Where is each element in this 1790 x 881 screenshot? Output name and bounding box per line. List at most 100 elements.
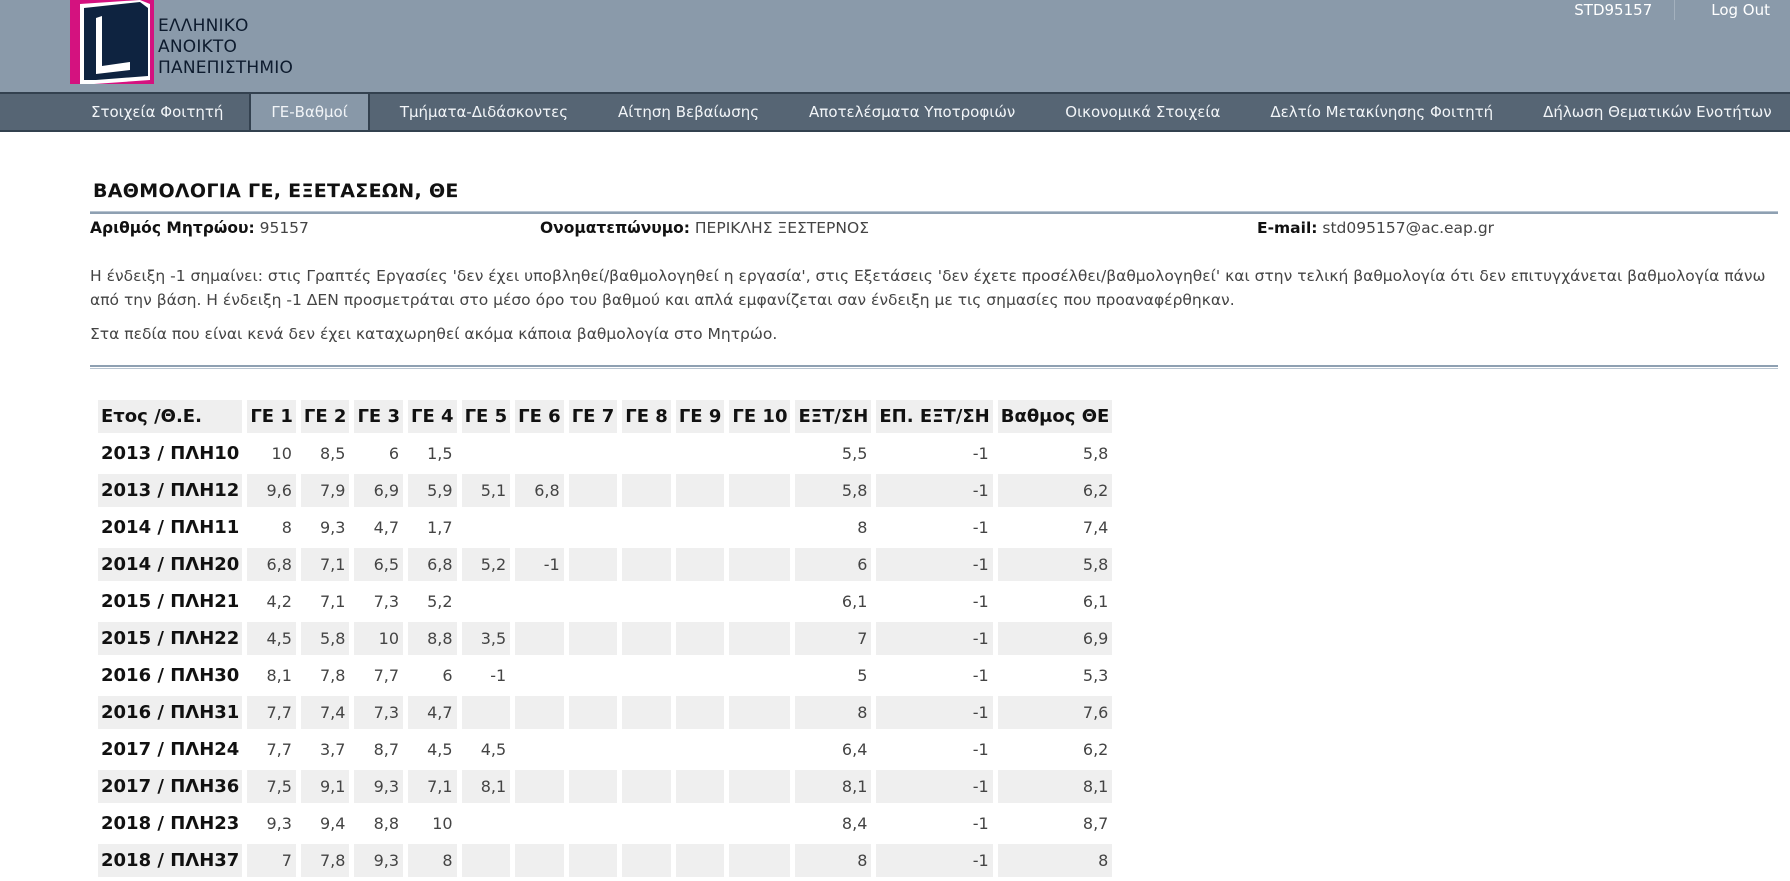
grade-cell (622, 733, 671, 766)
grade-cell (622, 659, 671, 692)
grade-cell (461, 807, 511, 840)
grade-cell: 5,9 (408, 474, 457, 507)
grade-cell: 5,8 (997, 548, 1113, 581)
grade-cell (622, 585, 671, 618)
grade-cell (515, 585, 564, 618)
grade-cell: 8,5 (300, 437, 350, 470)
grade-cell: 6,4 (795, 733, 872, 766)
table-row: 2018 / ΠΛΗ37 7 7,8 9,3 8 8 -1 8 (98, 844, 1113, 877)
grade-cell (568, 844, 618, 877)
grade-cell: -1 (876, 511, 993, 544)
nav-travel-card[interactable]: Δελτίο Μετακίνησης Φοιτητή (1250, 94, 1513, 130)
grade-cell (568, 585, 618, 618)
grade-cell (675, 770, 725, 803)
grade-cell: -1 (876, 770, 993, 803)
grade-cell: -1 (876, 437, 993, 470)
nav-student-info[interactable]: Στοιχεία Φοιτητή (71, 94, 243, 130)
grade-cell: 6,2 (997, 474, 1113, 507)
grade-cell: 8,8 (408, 622, 457, 655)
row-label: 2018 / ΠΛΗ37 (98, 844, 243, 877)
registration-value: 95157 (259, 219, 309, 237)
grade-cell (622, 511, 671, 544)
column-header: ΓΕ 3 (354, 400, 404, 433)
grade-cell (515, 659, 564, 692)
email-value: std095157@ac.eap.gr (1322, 219, 1495, 237)
grade-cell (568, 622, 618, 655)
grade-cell (729, 474, 791, 507)
grade-cell: 5,2 (461, 548, 511, 581)
grade-cell: 4,2 (247, 585, 296, 618)
grade-cell: 7,7 (247, 733, 296, 766)
row-label: 2016 / ΠΛΗ30 (98, 659, 243, 692)
grade-cell: 5,1 (461, 474, 511, 507)
grade-cell: 8,1 (461, 770, 511, 803)
grade-cell: -1 (876, 548, 993, 581)
grade-cell: 8 (795, 696, 872, 729)
grade-cell: 8,1 (997, 770, 1113, 803)
grade-cell: 7,8 (300, 659, 350, 692)
column-header: ΓΕ 2 (300, 400, 350, 433)
table-row: 2016 / ΠΛΗ31 7,7 7,4 7,3 4,7 8 -1 7,6 (98, 696, 1113, 729)
nav-module-declaration[interactable]: Δήλωση Θεματικών Ενοτήτων (1523, 94, 1790, 130)
grade-cell: 7,6 (997, 696, 1113, 729)
grade-cell: 6,9 (354, 474, 404, 507)
grade-cell: 9,3 (300, 511, 350, 544)
grade-cell (675, 585, 725, 618)
grade-cell (515, 437, 564, 470)
divider (90, 211, 1778, 214)
grade-cell (729, 437, 791, 470)
grade-notes: Η ένδειξη -1 σημαίνει: στις Γραπτές Εργα… (90, 267, 1766, 309)
table-row: 2017 / ΠΛΗ24 7,7 3,7 8,7 4,5 4,5 6,4 -1 6,2 (98, 733, 1113, 766)
column-header: ΓΕ 6 (515, 400, 564, 433)
grade-cell (729, 511, 791, 544)
grade-cell (568, 696, 618, 729)
nav-grades[interactable]: ΓΕ-Βαθμοί (249, 94, 370, 130)
grade-cell (675, 844, 725, 877)
grade-cell: 7 (795, 622, 872, 655)
nav-certificate-request[interactable]: Αίτηση Βεβαίωσης (598, 94, 779, 130)
grade-cell (515, 622, 564, 655)
grade-cell (622, 770, 671, 803)
column-header: ΓΕ 4 (408, 400, 457, 433)
grade-cell: 8,4 (795, 807, 872, 840)
grade-cell: -1 (461, 659, 511, 692)
nav-classes-tutors[interactable]: Τμήματα-Διδάσκοντες (380, 94, 588, 130)
grade-cell (622, 437, 671, 470)
grade-cell (568, 437, 618, 470)
nav-scholarship-results[interactable]: Αποτελέσματα Υποτροφιών (789, 94, 1035, 130)
grade-cell (515, 807, 564, 840)
registration-number: Αριθμός Μητρώου: 95157 (90, 219, 309, 237)
column-header: ΕΠ. ΕΞΤ/ΣΗ (876, 400, 993, 433)
grade-cell (622, 844, 671, 877)
grade-cell: 9,3 (247, 807, 296, 840)
table-row: 2014 / ΠΛΗ11 8 9,3 4,7 1,7 8 -1 7,4 (98, 511, 1113, 544)
grade-cell: 8,7 (997, 807, 1113, 840)
divider (90, 365, 1778, 369)
grade-cell (568, 548, 618, 581)
grade-cell: 5,2 (408, 585, 457, 618)
grade-cell (461, 511, 511, 544)
grade-cell (729, 548, 791, 581)
grade-cell (675, 659, 725, 692)
table-row: 2013 / ΠΛΗ12 9,6 7,9 6,9 5,9 5,1 6,8 5,8 -1 6,2 (98, 474, 1113, 507)
grade-cell: 4,7 (354, 511, 404, 544)
column-header: ΓΕ 10 (729, 400, 791, 433)
row-label: 2018 / ΠΛΗ23 (98, 807, 243, 840)
table-row: 2018 / ΠΛΗ23 9,3 9,4 8,8 10 8,4 -1 8,7 (98, 807, 1113, 840)
grade-cell: 7,1 (300, 548, 350, 581)
grade-cell (729, 770, 791, 803)
nav-financial-info[interactable]: Οικονομικά Στοιχεία (1045, 94, 1240, 130)
grade-cell (729, 622, 791, 655)
logout-link[interactable]: Log Out (1675, 0, 1790, 22)
grade-cell: 6 (354, 437, 404, 470)
table-row: 2013 / ΠΛΗ10 10 8,5 6 1,5 5,5 -1 5,8 (98, 437, 1113, 470)
grade-cell (568, 770, 618, 803)
eap-logo[interactable]: ΕΛΛΗΝΙΚΟ ΑΝΟΙΚΤΟ ΠΑΝΕΠΙΣΤΗΜΙΟ (70, 0, 310, 84)
logo-text: ΕΛΛΗΝΙΚΟ ΑΝΟΙΚΤΟ ΠΑΝΕΠΙΣΤΗΜΙΟ (158, 16, 293, 79)
grade-cell: 1,5 (408, 437, 457, 470)
grade-cell: 6,5 (354, 548, 404, 581)
grade-cell: 7,4 (300, 696, 350, 729)
eap-logo-mark-icon (70, 0, 154, 84)
grade-cell (675, 474, 725, 507)
grade-cell (568, 474, 618, 507)
